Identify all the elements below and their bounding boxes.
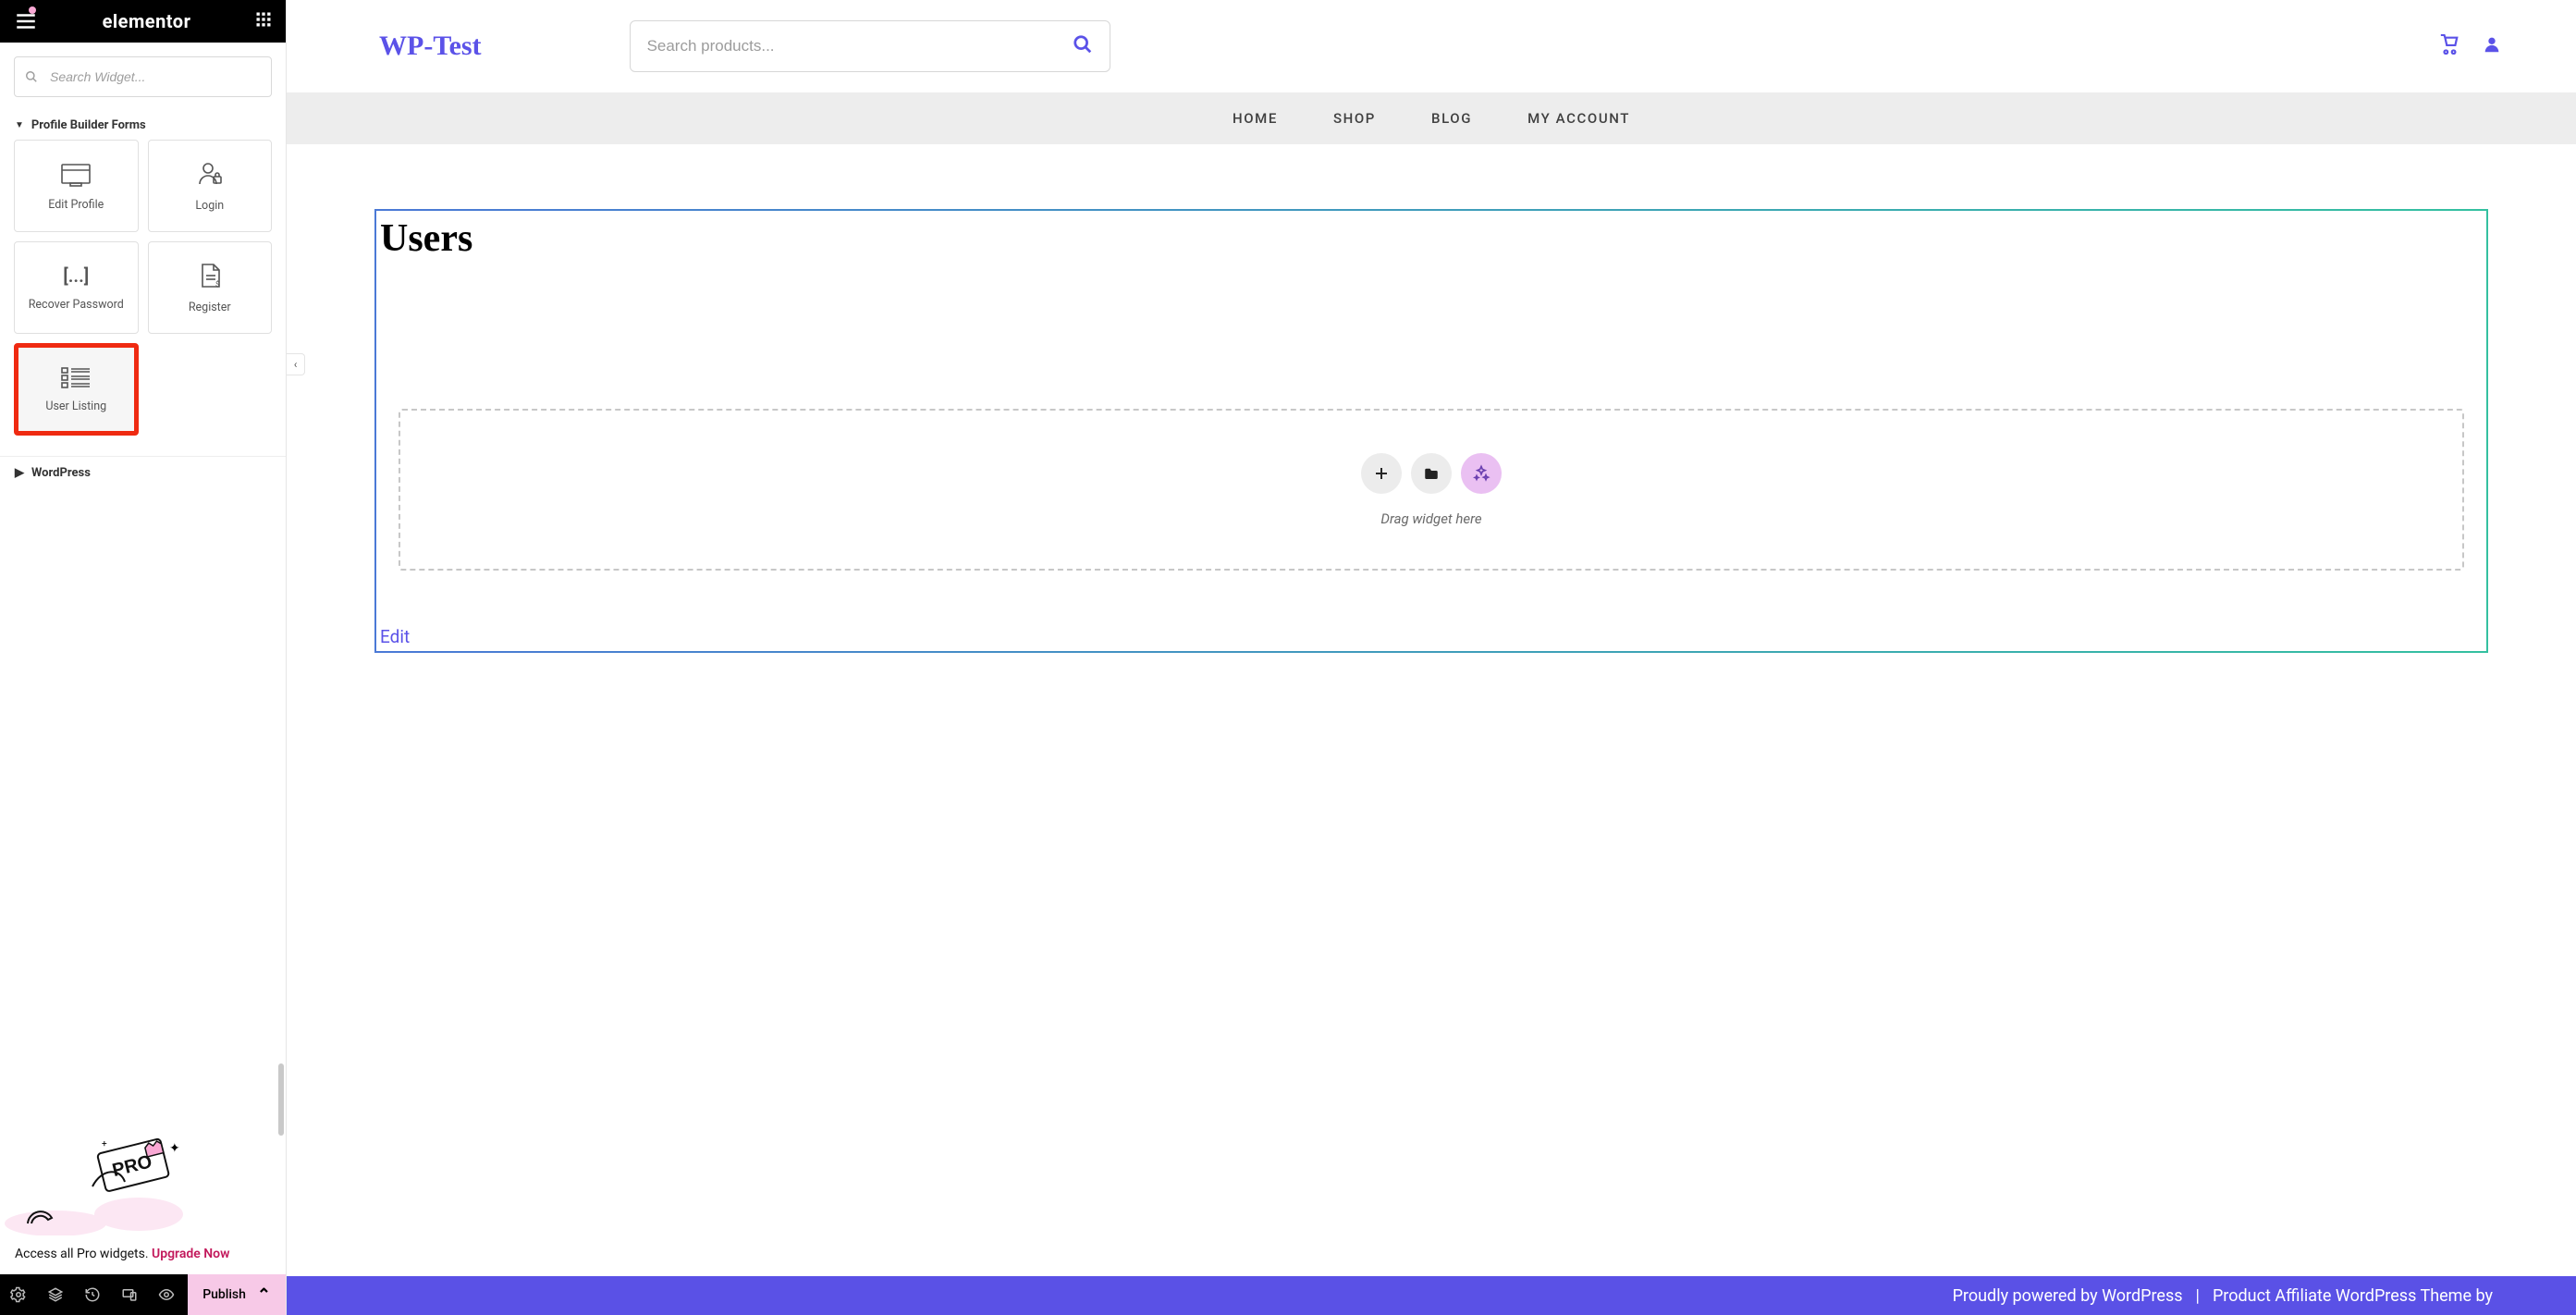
widget-dropzone[interactable]: Drag widget here	[399, 409, 2464, 571]
ai-button[interactable]	[1461, 453, 1502, 494]
accordion-label: Profile Builder Forms	[31, 118, 146, 132]
primary-nav: HOME SHOP BLOG MY ACCOUNT	[287, 92, 2576, 144]
site-title[interactable]: WP-Test	[379, 31, 482, 62]
notification-dot-icon	[29, 6, 36, 14]
cart-icon[interactable]	[2439, 34, 2459, 58]
chevron-down-icon: ▼	[15, 120, 24, 130]
upgrade-now-link[interactable]: Upgrade Now	[152, 1247, 229, 1261]
dropzone-hint: Drag widget here	[1380, 510, 1481, 527]
login-icon	[196, 160, 224, 188]
widget-login[interactable]: Login	[148, 140, 273, 232]
section-heading: Users	[376, 211, 2486, 261]
widget-label: Recover Password	[29, 298, 124, 312]
nav-blog[interactable]: BLOG	[1431, 110, 1472, 127]
page-body: Users Drag widget here Edit	[287, 144, 2576, 1276]
search-widget-wrap	[0, 43, 286, 111]
panel-footer: Publish ⌃	[0, 1274, 286, 1315]
widget-label: Register	[189, 301, 231, 314]
register-icon: $	[197, 262, 223, 289]
widgets-grid: Edit Profile Login [...] Recover Passwor…	[0, 140, 286, 436]
elementor-panel: elementor ▼ Profile Builder Forms Edit P…	[0, 0, 287, 1315]
product-search[interactable]	[630, 20, 1110, 72]
pro-promo-illustration-icon: PRO ✦ +	[0, 1136, 185, 1237]
responsive-button[interactable]	[111, 1286, 148, 1303]
chevron-up-icon: ⌃	[257, 1285, 271, 1305]
add-template-button[interactable]	[1411, 453, 1452, 494]
widget-label: Edit Profile	[48, 198, 104, 212]
publish-button[interactable]: Publish ⌃	[188, 1274, 286, 1315]
chevron-right-icon: ▶	[15, 466, 24, 480]
widget-edit-profile[interactable]: Edit Profile	[14, 140, 139, 232]
nav-home[interactable]: HOME	[1233, 110, 1278, 127]
footer-sep: |	[2196, 1286, 2200, 1306]
widget-label: Login	[195, 199, 224, 213]
brand-label: elementor	[103, 10, 191, 32]
svg-text:✦: ✦	[169, 1141, 180, 1156]
panel-header: elementor	[0, 0, 286, 43]
dropzone-buttons	[1361, 453, 1502, 494]
pro-promo-area: PRO ✦ + Access all Pro widgets. Upgrade …	[0, 489, 286, 1274]
widget-recover-password[interactable]: [...] Recover Password	[14, 241, 139, 334]
widget-user-listing[interactable]: User Listing	[14, 343, 139, 436]
account-icon[interactable]	[2482, 34, 2502, 58]
svg-text:+: +	[102, 1139, 107, 1149]
navigator-button[interactable]	[37, 1286, 74, 1303]
add-widget-button[interactable]	[1361, 453, 1402, 494]
section-wordpress[interactable]: ▶ WordPress	[0, 456, 286, 489]
preview-canvas: WP-Test HOME SHOP BLOG MY ACCOUNT Users	[287, 0, 2576, 1315]
elementor-section[interactable]: Users Drag widget here Edit	[374, 209, 2488, 653]
edit-section-link[interactable]: Edit	[380, 626, 410, 647]
widget-label: User Listing	[45, 399, 106, 413]
site-footer: Proudly powered by WordPress | Product A…	[287, 1276, 2576, 1315]
settings-button[interactable]	[0, 1286, 37, 1303]
widgets-grid-button[interactable]	[254, 10, 273, 32]
hamburger-menu-button[interactable]	[13, 9, 39, 33]
product-search-input[interactable]	[647, 37, 1073, 55]
footer-credit-left[interactable]: Proudly powered by WordPress	[1953, 1286, 2183, 1306]
footer-credit-right[interactable]: Product Affiliate WordPress Theme by	[2213, 1286, 2493, 1306]
publish-label: Publish	[202, 1287, 246, 1302]
nav-my-account[interactable]: MY ACCOUNT	[1527, 110, 1630, 127]
site-header: WP-Test	[287, 0, 2576, 92]
user-listing-icon	[60, 366, 92, 388]
header-actions	[2439, 34, 2502, 58]
edit-profile-icon	[59, 161, 92, 187]
panel-scrollbar[interactable]	[278, 1063, 284, 1136]
search-icon	[25, 69, 38, 87]
search-widget-input[interactable]	[14, 56, 272, 97]
promo-copy: Access all Pro widgets.	[15, 1247, 152, 1261]
search-icon[interactable]	[1073, 34, 1093, 58]
recover-password-icon: [...]	[63, 264, 89, 287]
history-button[interactable]	[74, 1286, 111, 1303]
preview-button[interactable]	[148, 1286, 185, 1303]
svg-text:$: $	[215, 280, 220, 289]
widget-register[interactable]: $ Register	[148, 241, 273, 334]
pro-promo-text: Access all Pro widgets. Upgrade Now	[0, 1235, 286, 1274]
section-profile-builder-forms[interactable]: ▼ Profile Builder Forms	[0, 111, 286, 140]
nav-shop[interactable]: SHOP	[1333, 110, 1376, 127]
accordion-label: WordPress	[31, 466, 91, 480]
